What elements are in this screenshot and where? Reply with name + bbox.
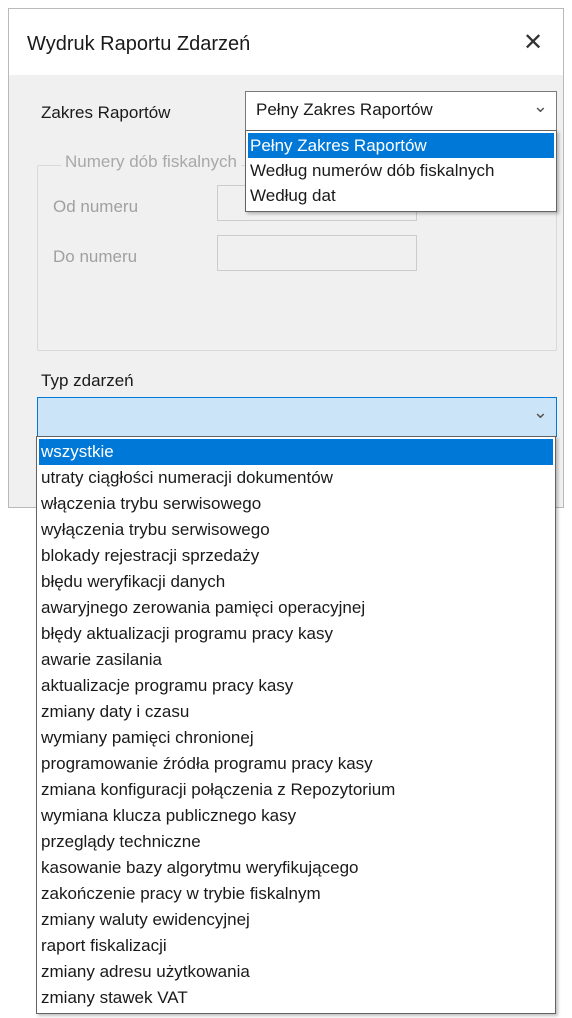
event-type-option[interactable]: awarie zasilania — [39, 647, 553, 673]
to-number-input[interactable] — [217, 235, 417, 271]
dialog-title: Wydruk Raportu Zdarzeń — [27, 33, 251, 55]
report-range-option[interactable]: Pełny Zakres Raportów — [248, 133, 554, 158]
report-range-option[interactable]: Według numerów dób fiskalnych — [248, 158, 554, 183]
event-type-option[interactable]: utraty ciągłości numeracji dokumentów — [39, 465, 553, 491]
event-type-option[interactable]: błędu weryfikacji danych — [39, 569, 553, 595]
chevron-down-icon[interactable]: ⌄ — [533, 96, 548, 117]
event-type-option[interactable]: przeglądy techniczne — [39, 829, 553, 855]
to-number-label: Do numeru — [53, 247, 138, 266]
event-type-option[interactable]: wymiana klucza publicznego kasy — [39, 803, 553, 829]
event-type-option[interactable]: kasowanie bazy algorytmu weryfikującego — [39, 855, 553, 881]
event-type-option[interactable]: błędy aktualizacji programu pracy kasy — [39, 621, 553, 647]
event-type-option[interactable]: zmiany waluty ewidencyjnej — [39, 907, 553, 933]
event-type-option[interactable]: awaryjnego zerowania pamięci operacyjnej — [39, 595, 553, 621]
event-type-option[interactable]: aktualizacje programu pracy kasy — [39, 673, 553, 699]
screen: Wydruk Raportu Zdarzeń ✕ Zakres Raportów… — [0, 0, 572, 1018]
chevron-down-icon[interactable]: ⌄ — [533, 402, 548, 423]
event-type-option[interactable]: programowanie źródła programu pracy kasy — [39, 751, 553, 777]
report-range-dropdown: Pełny Zakres Raportów Według numerów dób … — [245, 130, 557, 212]
report-range-combobox[interactable]: Pełny Zakres Raportów ⌄ — [245, 91, 557, 131]
event-type-option[interactable]: raport fiskalizacji — [39, 933, 553, 959]
report-range-option[interactable]: Według dat — [248, 183, 554, 208]
event-type-combobox[interactable]: ⌄ — [37, 397, 557, 437]
title-bar: Wydruk Raportu Zdarzeń ✕ — [9, 9, 563, 75]
close-icon: ✕ — [522, 29, 544, 56]
event-type-option[interactable]: zmiany daty i czasu — [39, 699, 553, 725]
fiscal-days-group-title: Numery dób fiskalnych — [61, 152, 241, 172]
event-type-dropdown: wszystkie utraty ciągłości numeracji doku… — [36, 436, 556, 1014]
event-type-option[interactable]: zmiany adresu użytkowania — [39, 959, 553, 985]
close-button[interactable]: ✕ — [511, 23, 555, 63]
event-type-option[interactable]: wyłączenia trybu serwisowego — [39, 517, 553, 543]
event-type-option[interactable]: włączenia trybu serwisowego — [39, 491, 553, 517]
from-number-label: Od numeru — [53, 197, 139, 216]
event-type-option[interactable]: zakończenie pracy w trybie fiskalnym — [39, 881, 553, 907]
event-type-option[interactable]: wszystkie — [39, 439, 553, 465]
event-report-dialog: Wydruk Raportu Zdarzeń ✕ Zakres Raportów… — [8, 8, 564, 508]
event-type-option[interactable]: zmiany stawek VAT — [39, 985, 553, 1011]
event-type-option[interactable]: zmiana konfiguracji połączenia z Repozyt… — [39, 777, 553, 803]
event-type-option[interactable]: blokady rejestracji sprzedaży — [39, 543, 553, 569]
event-type-label: Typ zdarzeń — [41, 371, 134, 390]
report-range-value: Pełny Zakres Raportów — [256, 100, 433, 119]
event-type-option[interactable]: wymiany pamięci chronionej — [39, 725, 553, 751]
report-range-label: Zakres Raportów — [41, 103, 171, 122]
